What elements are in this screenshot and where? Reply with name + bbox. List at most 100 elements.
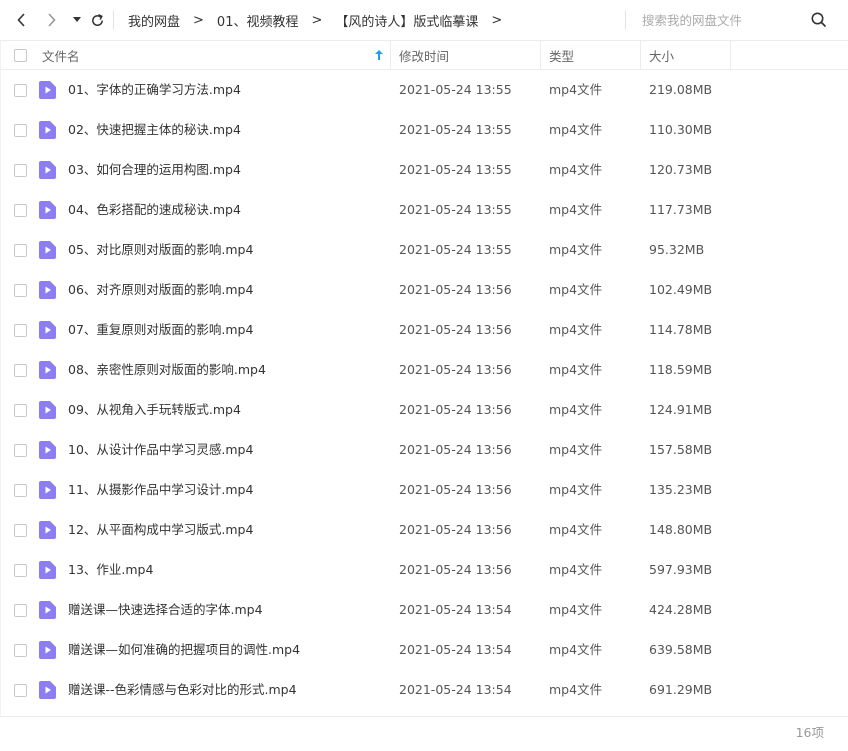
column-header-modified-label: 修改时间 xyxy=(399,48,450,64)
column-header-type[interactable]: 类型 xyxy=(549,41,574,69)
forward-button[interactable] xyxy=(40,9,62,31)
file-type: mp4文件 xyxy=(549,642,603,657)
file-type: mp4文件 xyxy=(549,82,603,97)
breadcrumb-separator: > xyxy=(311,12,323,28)
row-checkbox[interactable] xyxy=(14,84,27,97)
column-header-name[interactable]: 文件名 xyxy=(42,41,390,69)
file-modified-time: 2021-05-24 13:56 xyxy=(399,482,512,497)
row-checkbox[interactable] xyxy=(14,164,27,177)
video-file-icon xyxy=(39,361,56,379)
table-row[interactable]: 13、作业.mp4 2021-05-24 13:56 mp4文件 597.93MB xyxy=(0,550,848,590)
table-row[interactable]: 09、从视角入手玩转版式.mp4 2021-05-24 13:56 mp4文件 124… xyxy=(0,390,848,430)
video-file-icon xyxy=(39,161,56,179)
file-size: 120.73MB xyxy=(649,162,713,177)
breadcrumb-item-video-tutorials[interactable]: 01、视频教程 xyxy=(217,11,299,30)
row-checkbox[interactable] xyxy=(14,284,27,297)
file-size: 110.30MB xyxy=(649,122,713,137)
table-row[interactable]: 12、从平面构成中学习版式.mp4 2021-05-24 13:56 mp4文件 14… xyxy=(0,510,848,550)
file-name[interactable]: 05、对比原则对版面的影响.mp4 xyxy=(68,230,253,270)
file-modified-time: 2021-05-24 13:56 xyxy=(399,442,512,457)
breadcrumb-separator[interactable]: > xyxy=(491,13,502,28)
column-header-modified[interactable]: 修改时间 xyxy=(399,41,449,69)
file-size: 135.23MB xyxy=(649,482,713,497)
breadcrumb-item-current-folder[interactable]: 【风的诗人】版式临摹课 xyxy=(335,11,478,30)
file-size: 639.58MB xyxy=(649,642,713,657)
file-name[interactable]: 11、从摄影作品中学习设计.mp4 xyxy=(68,470,253,510)
table-row[interactable]: 08、亲密性原则对版面的影响.mp4 2021-05-24 13:56 mp4文件 1… xyxy=(0,350,848,390)
file-name[interactable]: 赠送课--色彩情感与色彩对比的形式.mp4 xyxy=(68,670,297,710)
table-row[interactable]: 06、对齐原则对版面的影响.mp4 2021-05-24 13:56 mp4文件 10… xyxy=(0,270,848,310)
video-file-icon xyxy=(39,121,56,139)
file-modified-time: 2021-05-24 13:54 xyxy=(399,682,512,697)
table-row[interactable]: 07、重复原则对版面的影响.mp4 2021-05-24 13:56 mp4文件 11… xyxy=(0,310,848,350)
table-row[interactable]: 11、从摄影作品中学习设计.mp4 2021-05-24 13:56 mp4文件 13… xyxy=(0,470,848,510)
video-file-icon xyxy=(39,561,56,579)
file-modified-time: 2021-05-24 13:55 xyxy=(399,202,512,217)
back-button[interactable] xyxy=(11,9,33,31)
file-name[interactable]: 06、对齐原则对版面的影响.mp4 xyxy=(68,270,253,310)
file-modified-time: 2021-05-24 13:55 xyxy=(399,242,512,257)
row-checkbox[interactable] xyxy=(14,324,27,337)
refresh-button[interactable] xyxy=(86,9,108,31)
breadcrumb-item-root[interactable]: 我的网盘 xyxy=(128,11,180,30)
table-row[interactable]: 01、字体的正确学习方法.mp4 2021-05-24 13:55 mp4文件 219… xyxy=(0,70,848,110)
file-name[interactable]: 04、色彩搭配的速成秘诀.mp4 xyxy=(68,190,241,230)
search-input[interactable] xyxy=(642,12,802,28)
file-modified-time: 2021-05-24 13:56 xyxy=(399,322,512,337)
search-icon[interactable] xyxy=(810,11,828,29)
file-name[interactable]: 02、快速把握主体的秘诀.mp4 xyxy=(68,110,241,150)
file-name[interactable]: 12、从平面构成中学习版式.mp4 xyxy=(68,510,253,550)
row-checkbox[interactable] xyxy=(14,564,27,577)
video-file-icon xyxy=(39,601,56,619)
video-file-icon xyxy=(39,521,56,539)
table-row[interactable]: 02、快速把握主体的秘诀.mp4 2021-05-24 13:55 mp4文件 110… xyxy=(0,110,848,150)
table-row[interactable]: 赠送课--色彩情感与色彩对比的形式.mp4 2021-05-24 13:54 mp4… xyxy=(0,670,848,710)
status-bar: 16项 xyxy=(0,716,848,750)
row-checkbox[interactable] xyxy=(14,204,27,217)
file-type: mp4文件 xyxy=(549,482,603,497)
table-row[interactable]: 04、色彩搭配的速成秘诀.mp4 2021-05-24 13:55 mp4文件 117… xyxy=(0,190,848,230)
video-file-icon xyxy=(39,241,56,259)
row-checkbox[interactable] xyxy=(14,524,27,537)
file-size: 219.08MB xyxy=(649,82,713,97)
history-dropdown-button[interactable] xyxy=(66,9,88,31)
file-size: 124.91MB xyxy=(649,402,713,417)
file-name[interactable]: 10、从设计作品中学习灵感.mp4 xyxy=(68,430,253,470)
file-name[interactable]: 03、如何合理的运用构图.mp4 xyxy=(68,150,241,190)
row-checkbox[interactable] xyxy=(14,364,27,377)
row-checkbox[interactable] xyxy=(14,124,27,137)
video-file-icon xyxy=(39,201,56,219)
file-name[interactable]: 赠送课—快速选择合适的字体.mp4 xyxy=(68,590,263,630)
row-checkbox[interactable] xyxy=(14,684,27,697)
file-name[interactable]: 08、亲密性原则对版面的影响.mp4 xyxy=(68,350,266,390)
file-size: 148.80MB xyxy=(649,522,713,537)
file-type: mp4文件 xyxy=(549,162,603,177)
file-name[interactable]: 01、字体的正确学习方法.mp4 xyxy=(68,70,241,110)
row-checkbox[interactable] xyxy=(14,644,27,657)
file-name[interactable]: 07、重复原则对版面的影响.mp4 xyxy=(68,310,253,350)
row-checkbox[interactable] xyxy=(14,244,27,257)
file-type: mp4文件 xyxy=(549,602,603,617)
row-checkbox[interactable] xyxy=(14,444,27,457)
table-row[interactable]: 赠送课—快速选择合适的字体.mp4 2021-05-24 13:54 mp4文件 42… xyxy=(0,590,848,630)
file-modified-time: 2021-05-24 13:54 xyxy=(399,602,512,617)
table-row[interactable]: 赠送课—如何准确的把握项目的调性.mp4 2021-05-24 13:54 mp4文… xyxy=(0,630,848,670)
row-checkbox[interactable] xyxy=(14,484,27,497)
search-divider xyxy=(625,10,626,30)
file-type: mp4文件 xyxy=(549,322,603,337)
file-modified-time: 2021-05-24 13:55 xyxy=(399,162,512,177)
file-name[interactable]: 赠送课—如何准确的把握项目的调性.mp4 xyxy=(68,630,300,670)
select-all-checkbox[interactable] xyxy=(14,48,27,62)
file-list: 01、字体的正确学习方法.mp4 2021-05-24 13:55 mp4文件 219… xyxy=(0,70,848,710)
sort-up-arrow-icon xyxy=(375,50,383,60)
video-file-icon xyxy=(39,441,56,459)
table-row[interactable]: 03、如何合理的运用构图.mp4 2021-05-24 13:55 mp4文件 120… xyxy=(0,150,848,190)
row-checkbox[interactable] xyxy=(14,404,27,417)
row-checkbox[interactable] xyxy=(14,604,27,617)
table-row[interactable]: 05、对比原则对版面的影响.mp4 2021-05-24 13:55 mp4文件 95… xyxy=(0,230,848,270)
table-row[interactable]: 10、从设计作品中学习灵感.mp4 2021-05-24 13:56 mp4文件 15… xyxy=(0,430,848,470)
file-name[interactable]: 13、作业.mp4 xyxy=(68,550,153,590)
column-header-size[interactable]: 大小 xyxy=(649,41,674,69)
file-type: mp4文件 xyxy=(549,362,603,377)
file-name[interactable]: 09、从视角入手玩转版式.mp4 xyxy=(68,390,241,430)
